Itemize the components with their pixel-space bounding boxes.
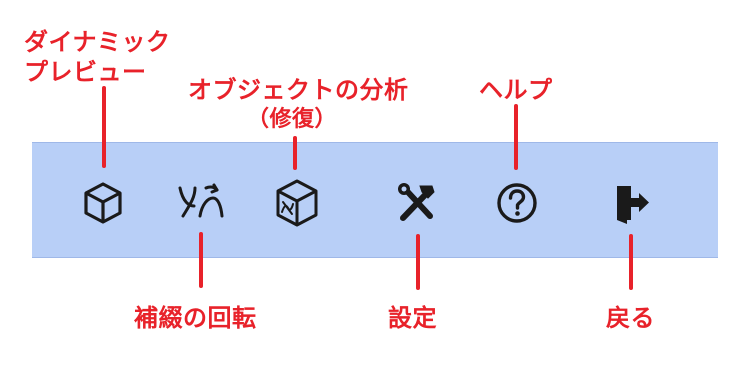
cube-icon [80,180,126,226]
rotate-interpolation-button[interactable] [174,176,228,230]
back-button[interactable] [603,176,657,230]
leader-line-back [629,234,633,290]
dynamic-preview-button[interactable] [76,176,130,230]
callout-object-analysis-sub: （修復） [247,107,338,132]
callout-object-analysis: オブジェクトの分析 [188,76,409,104]
leader-line-rotate [199,232,203,288]
leader-line-object-analysis [293,136,297,170]
callout-dynamic-preview-line2: プレビュー [24,58,147,86]
callout-settings: 設定 [388,304,437,332]
help-button[interactable] [490,176,544,230]
object-analysis-button[interactable] [270,176,324,230]
callout-back: 戻る [606,304,655,332]
exit-door-icon [607,180,653,226]
question-circle-icon [495,181,539,225]
callout-help: ヘルプ [479,76,553,104]
leader-line-settings [416,234,420,290]
settings-button[interactable] [390,176,444,230]
leader-line-dynamic-preview [102,86,106,168]
callout-rotate: 補綴の回転 [134,304,257,332]
leader-line-help [514,104,518,170]
tools-icon [394,180,440,226]
rotate-interpolation-icon [175,180,227,226]
callout-dynamic-preview-line1: ダイナミック [24,28,171,56]
object-analysis-icon [272,178,322,228]
